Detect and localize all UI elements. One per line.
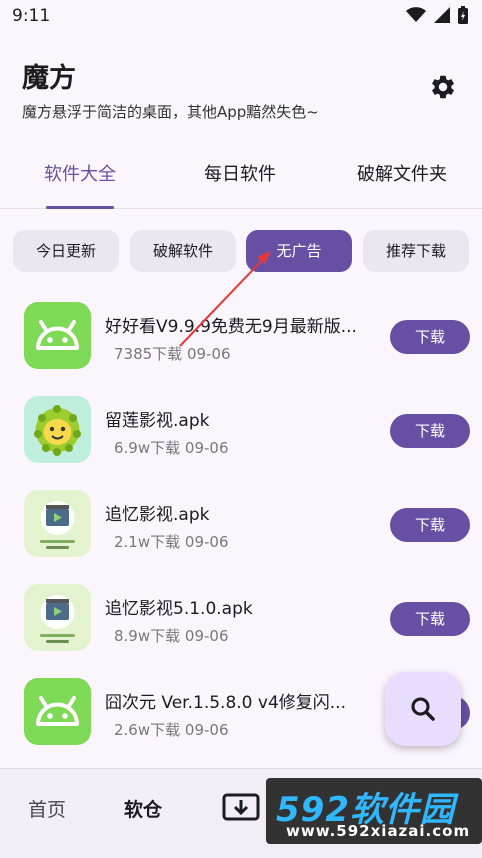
app-name: 留莲影视.apk <box>105 411 210 431</box>
chip-recommended[interactable]: 推荐下载 <box>363 230 469 272</box>
tab-indicator <box>46 206 114 209</box>
chip-no-ads[interactable]: 无广告 <box>246 230 352 272</box>
app-subtitle: 魔方悬浮于简洁的桌面，其他App黯然失色~ <box>22 103 319 121</box>
download-count: 8.9w下载 <box>114 627 181 645</box>
watermark: 592软件园 www.592xiazai.com <box>266 778 482 844</box>
list-item[interactable]: 留莲影视.apk 6.9w下载 09-06 下载 <box>0 384 482 478</box>
app-date: 09-06 <box>186 345 231 363</box>
app-meta: 7385下载 09-06 <box>114 343 231 364</box>
settings-button[interactable] <box>428 72 458 102</box>
android-icon <box>24 678 91 745</box>
list-item[interactable]: 好好看V9.9.9免费无9月最新版... 7385下载 09-06 下载 <box>0 290 482 384</box>
app-name: 追忆影视5.1.0.apk <box>105 599 253 619</box>
app-name: 追忆影视.apk <box>105 505 210 525</box>
film-icon <box>24 490 91 557</box>
watermark-url: www.592xiazai.com <box>286 822 471 840</box>
list-item[interactable]: 追忆影视5.1.0.apk 8.9w下载 09-06 下载 <box>0 572 482 666</box>
search-icon <box>411 697 435 721</box>
nav-software[interactable]: 软仓 <box>124 795 162 822</box>
tab-bar: 软件大全 每日软件 破解文件夹 <box>0 148 482 209</box>
chip-today-update[interactable]: 今日更新 <box>13 230 119 272</box>
download-count: 2.6w下载 <box>114 721 181 739</box>
download-icon[interactable] <box>222 793 260 821</box>
status-bar: 9:11 <box>0 0 482 34</box>
app-meta: 2.6w下载 09-06 <box>114 719 229 740</box>
app-date: 09-06 <box>184 721 229 739</box>
battery-icon <box>458 6 468 24</box>
list-item[interactable]: 追忆影视.apk 2.1w下载 09-06 下载 <box>0 478 482 572</box>
gear-icon <box>432 75 454 99</box>
download-button[interactable]: 下载 <box>390 320 470 354</box>
search-fab[interactable] <box>385 672 461 746</box>
tab-cracked-folder[interactable]: 破解文件夹 <box>322 148 482 208</box>
app-name: 好好看V9.9.9免费无9月最新版... <box>105 317 357 337</box>
app-header: 魔方 魔方悬浮于简洁的桌面，其他App黯然失色~ <box>0 48 482 128</box>
signal-icon <box>434 7 450 23</box>
status-time: 9:11 <box>12 6 51 26</box>
filter-chips: 今日更新 破解软件 无广告 推荐下载 <box>0 230 482 274</box>
nav-home[interactable]: 首页 <box>28 795 66 822</box>
app-name: 囧次元 Ver.1.5.8.0 v4修复闪... <box>105 693 346 713</box>
app-meta: 2.1w下载 09-06 <box>114 531 229 552</box>
android-icon <box>24 302 91 369</box>
app-date: 09-06 <box>184 533 229 551</box>
app-meta: 8.9w下载 09-06 <box>114 625 229 646</box>
download-count: 2.1w下载 <box>114 533 181 551</box>
download-count: 7385下载 <box>114 345 183 363</box>
app-title: 魔方 <box>22 63 76 94</box>
chip-cracked-software[interactable]: 破解软件 <box>130 230 236 272</box>
wifi-icon <box>406 7 426 22</box>
download-button[interactable]: 下载 <box>390 508 470 542</box>
download-button[interactable]: 下载 <box>390 414 470 448</box>
durian-icon <box>24 396 91 463</box>
tab-all-software[interactable]: 软件大全 <box>0 148 160 208</box>
download-count: 6.9w下载 <box>114 439 181 457</box>
tab-daily-software[interactable]: 每日软件 <box>160 148 320 208</box>
status-icons <box>406 6 468 24</box>
film-icon <box>24 584 91 651</box>
app-meta: 6.9w下载 09-06 <box>114 437 229 458</box>
app-date: 09-06 <box>184 439 229 457</box>
app-date: 09-06 <box>184 627 229 645</box>
download-button[interactable]: 下载 <box>390 602 470 636</box>
